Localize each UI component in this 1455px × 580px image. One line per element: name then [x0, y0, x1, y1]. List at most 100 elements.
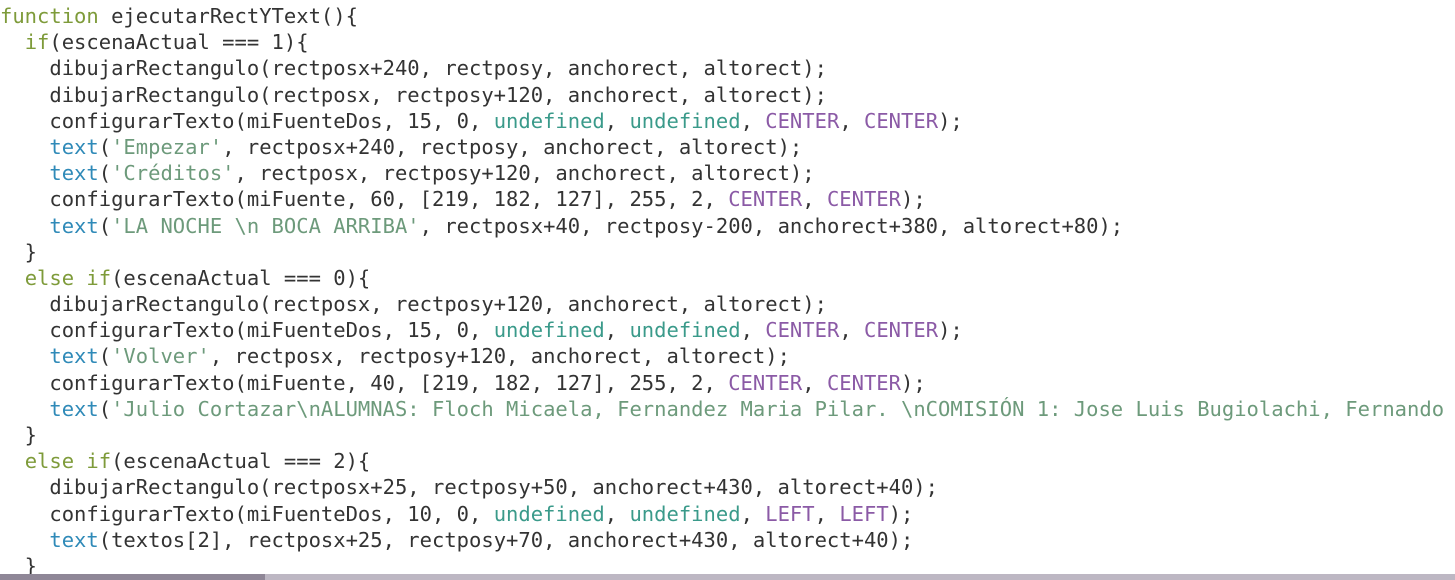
- code-line[interactable]: text('Julio Cortazar\nALUMNAS: Floch Mic…: [0, 396, 1444, 422]
- code-token: ,: [740, 108, 766, 133]
- code-line[interactable]: configurarTexto(miFuente, 60, [219, 182,…: [0, 186, 1444, 212]
- code-token: ,: [604, 318, 630, 343]
- code-token: configurarTexto(miFuenteDos, 10, 0,: [0, 501, 494, 526]
- code-line[interactable]: else if(escenaActual === 0){: [0, 265, 1444, 291]
- code-token: ,: [740, 501, 766, 526]
- code-token: , rectposx, rectposy+120, anchorect, alt…: [209, 344, 790, 369]
- code-token: ,: [802, 370, 827, 395]
- code-line[interactable]: dibujarRectangulo(rectposx+25, rectposy+…: [0, 474, 1444, 500]
- string-token: 'Volver': [111, 344, 210, 369]
- undefined-token: undefined: [493, 108, 605, 133]
- undefined-token: undefined: [629, 501, 741, 526]
- code-line[interactable]: }: [0, 422, 1444, 448]
- constant-token: CENTER: [728, 370, 803, 395]
- builtin-token: text: [49, 396, 99, 421]
- string-token: 'LA NOCHE \n BOCA ARRIBA': [111, 213, 420, 238]
- code-token: );: [938, 108, 963, 133]
- code-token: dibujarRectangulo(rectposx+25, rectposy+…: [0, 475, 938, 500]
- keyword-token: else if: [24, 265, 112, 290]
- code-token: configurarTexto(miFuenteDos, 15, 0,: [0, 318, 494, 343]
- code-token: configurarTexto(miFuenteDos, 15, 0,: [0, 108, 494, 133]
- code-token: ,: [802, 187, 827, 212]
- undefined-token: undefined: [629, 318, 741, 343]
- code-token: (: [98, 344, 112, 369]
- code-token: );: [901, 187, 926, 212]
- code-line[interactable]: dibujarRectangulo(rectposx, rectposy+120…: [0, 82, 1444, 108]
- code-token: (escenaActual === 2){: [111, 449, 371, 474]
- code-token: (: [98, 161, 112, 186]
- code-token: configurarTexto(miFuente, 40, [219, 182,…: [0, 370, 729, 395]
- code-line[interactable]: if(escenaActual === 1){: [0, 29, 1444, 55]
- code-editor[interactable]: function ejecutarRectYText(){ if(escenaA…: [0, 0, 1455, 580]
- code-line[interactable]: text('Créditos', rectposx, rectposy+120,…: [0, 160, 1444, 186]
- keyword-token: if: [24, 30, 50, 55]
- code-line[interactable]: text(textos[2], rectposx+25, rectposy+70…: [0, 527, 1444, 553]
- constant-token: CENTER: [826, 187, 901, 212]
- code-line[interactable]: text('Empezar', rectposx+240, rectposy, …: [0, 134, 1444, 160]
- code-token: , rectposx, rectposy+120, anchorect, alt…: [234, 161, 815, 186]
- builtin-token: text: [49, 344, 99, 369]
- code-token: ,: [740, 318, 766, 343]
- code-token: dibujarRectangulo(rectposx, rectposy+120…: [0, 292, 827, 317]
- undefined-token: undefined: [629, 108, 741, 133]
- undefined-token: undefined: [493, 501, 605, 526]
- code-token: ,: [839, 108, 864, 133]
- code-area[interactable]: function ejecutarRectYText(){ if(escenaA…: [0, 3, 1444, 579]
- code-token: dibujarRectangulo(rectposx+240, rectposy…: [0, 56, 827, 81]
- code-token: configurarTexto(miFuente, 60, [219, 182,…: [0, 187, 729, 212]
- code-line[interactable]: function ejecutarRectYText(){: [0, 3, 1444, 29]
- builtin-token: text: [49, 527, 99, 552]
- code-token: ejecutarRectYText(){: [98, 4, 358, 28]
- constant-token: CENTER: [765, 108, 840, 133]
- code-token: (: [98, 396, 112, 421]
- string-token: 'Julio Cortazar\nALUMNAS: Floch Micaela,…: [111, 396, 1445, 421]
- code-token: dibujarRectangulo(rectposx, rectposy+120…: [0, 82, 827, 107]
- code-token: (: [98, 213, 112, 238]
- code-token: ,: [604, 501, 630, 526]
- code-line[interactable]: configurarTexto(miFuente, 40, [219, 182,…: [0, 370, 1444, 396]
- code-line[interactable]: else if(escenaActual === 2){: [0, 448, 1444, 474]
- builtin-token: text: [49, 213, 99, 238]
- constant-token: CENTER: [864, 108, 939, 133]
- code-line[interactable]: }: [0, 239, 1444, 265]
- keyword-token: else if: [24, 449, 112, 474]
- code-token: , rectposx+240, rectposy, anchorect, alt…: [222, 134, 803, 159]
- code-token: , rectposx+40, rectposy-200, anchorect+3…: [419, 213, 1124, 238]
- code-token: ,: [604, 108, 630, 133]
- code-token: (: [98, 134, 112, 159]
- string-token: 'Empezar': [111, 134, 223, 159]
- code-token: );: [901, 370, 926, 395]
- code-line[interactable]: configurarTexto(miFuenteDos, 15, 0, unde…: [0, 108, 1444, 134]
- code-token: (textos[2], rectposx+25, rectposy+70, an…: [98, 527, 914, 552]
- code-token: ,: [814, 501, 840, 526]
- constant-token: LEFT: [765, 501, 815, 526]
- code-token: (escenaActual === 1){: [49, 30, 309, 55]
- builtin-token: text: [49, 134, 99, 159]
- constant-token: CENTER: [728, 187, 803, 212]
- code-line[interactable]: text('LA NOCHE \n BOCA ARRIBA', rectposx…: [0, 213, 1444, 239]
- code-token: );: [888, 501, 914, 526]
- scrollbar-thumb[interactable]: [0, 574, 265, 580]
- code-token: }: [0, 423, 38, 447]
- code-line[interactable]: dibujarRectangulo(rectposx+240, rectposy…: [0, 55, 1444, 81]
- builtin-token: text: [49, 161, 99, 186]
- code-line[interactable]: configurarTexto(miFuenteDos, 10, 0, unde…: [0, 501, 1444, 527]
- horizontal-scrollbar[interactable]: [0, 574, 1455, 580]
- code-token: (escenaActual === 0){: [111, 265, 371, 290]
- keyword-token: function: [0, 4, 99, 28]
- code-line[interactable]: configurarTexto(miFuenteDos, 15, 0, unde…: [0, 317, 1444, 343]
- code-line[interactable]: dibujarRectangulo(rectposx, rectposy+120…: [0, 291, 1444, 317]
- string-token: 'Créditos': [111, 161, 235, 186]
- code-token: }: [0, 239, 38, 264]
- constant-token: LEFT: [839, 501, 889, 526]
- code-line[interactable]: text('Volver', rectposx, rectposy+120, a…: [0, 343, 1444, 369]
- code-token: ,: [839, 318, 864, 343]
- undefined-token: undefined: [493, 318, 605, 343]
